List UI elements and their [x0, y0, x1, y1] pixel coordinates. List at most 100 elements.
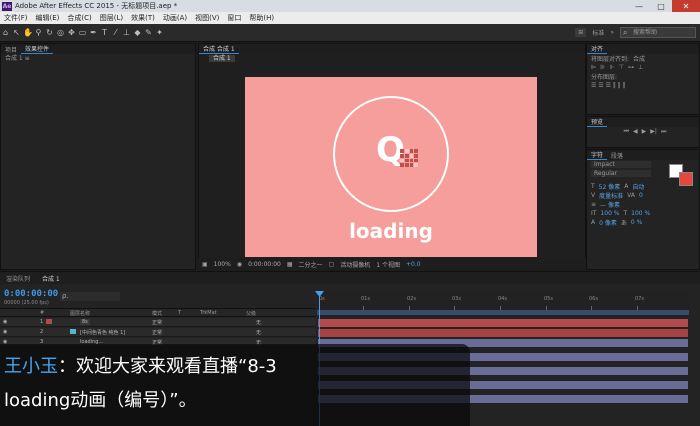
camera-icon[interactable]: ▦ — [287, 261, 293, 268]
tracking-value[interactable]: 0 — [639, 192, 643, 199]
menu-help[interactable]: 帮助(H) — [245, 13, 278, 23]
layer-label-color[interactable] — [70, 329, 76, 334]
close-button[interactable]: ✕ — [672, 0, 700, 12]
ruler-label: 04s — [498, 296, 507, 302]
baseline-value[interactable]: 0 像素 — [599, 218, 617, 227]
layer-row[interactable]: ◉ 1 8s 正常 无 — [0, 318, 316, 327]
play-icon[interactable]: ▶ — [642, 128, 647, 135]
tab-effect-controls[interactable]: 效果控件 — [21, 44, 54, 54]
font-size-value[interactable]: 52 像素 — [599, 182, 621, 191]
col-t: T — [178, 310, 182, 316]
layer-row[interactable]: ◉ 2 [中间色青色 纯色 1] 正常 无 — [0, 328, 316, 337]
pan-behind-tool-icon[interactable]: ✥ — [67, 28, 76, 37]
layer-track-bar[interactable] — [318, 329, 688, 337]
kerning-value[interactable]: 度量标准 — [599, 191, 623, 200]
tab-character[interactable]: 字符 — [587, 150, 608, 160]
brush-tool-icon[interactable]: ⁄ — [111, 28, 120, 37]
workspace-icon[interactable]: ⊞ — [575, 28, 587, 37]
next-frame-icon[interactable]: ▶| — [650, 128, 657, 135]
menu-view[interactable]: 视图(V) — [191, 13, 223, 23]
tab-composition[interactable]: 合成 合成 1 — [199, 44, 239, 54]
align-middle-icon[interactable]: ⊶ — [628, 64, 634, 71]
hand-tool-icon[interactable]: ✋ — [23, 28, 33, 37]
align-panel-tabs: 对齐 — [587, 44, 699, 54]
tsume-value[interactable]: 0 % — [631, 219, 642, 226]
last-frame-icon[interactable]: ⏭ — [661, 128, 666, 136]
tab-align[interactable]: 对齐 — [587, 44, 608, 54]
layer-track-bar[interactable] — [318, 319, 688, 327]
font-family-select[interactable]: Impact — [591, 161, 651, 168]
exposure-value[interactable]: +0.0 — [406, 261, 421, 268]
clone-stamp-icon[interactable]: ⊥ — [122, 28, 131, 37]
tab-preview[interactable]: 预览 — [587, 117, 608, 127]
caption-line-1: 王小玉：欢迎大家来观看直播“8-3 — [4, 356, 277, 378]
pen-tool-icon[interactable]: ✒ — [89, 28, 98, 37]
menu-edit[interactable]: 编辑(E) — [32, 13, 64, 23]
magnification-icon[interactable]: ▣ — [202, 261, 208, 268]
align-top-icon[interactable]: ⊤ — [619, 64, 624, 71]
visibility-eye-icon[interactable]: ◉ — [3, 319, 7, 325]
layer-name[interactable]: 8s — [80, 319, 90, 325]
camera-selector[interactable]: 活动摄像机 — [340, 260, 370, 269]
maximize-button[interactable]: □ — [650, 0, 672, 12]
tab-comp-1[interactable]: 合成 1 — [36, 274, 66, 283]
selection-tool-icon[interactable]: ↖ — [12, 28, 21, 37]
vertical-scale-value[interactable]: 100 % — [600, 210, 619, 217]
camera-tool-icon[interactable]: ◎ — [56, 28, 65, 37]
align-bottom-icon[interactable]: ⊥ — [638, 64, 643, 71]
stroke-color-swatch[interactable] — [679, 172, 693, 186]
font-style-select[interactable]: Regular — [591, 170, 651, 177]
menu-window[interactable]: 窗口 — [223, 13, 245, 23]
align-target-select[interactable]: 合成 — [633, 54, 645, 63]
work-area-bar[interactable] — [317, 310, 689, 315]
snapshot-icon[interactable]: ◉ — [237, 261, 242, 268]
layer-search-input[interactable]: ρ. — [60, 292, 120, 301]
prev-frame-icon[interactable]: ◀ — [633, 128, 638, 135]
menu-overflow-icon[interactable]: » — [610, 29, 614, 36]
comp-breadcrumb-label[interactable]: 合成 1 — [209, 55, 235, 62]
minimize-button[interactable]: — — [628, 0, 650, 12]
text-color-swatches[interactable] — [669, 164, 695, 186]
layer-mode[interactable]: 正常 — [152, 329, 162, 336]
layer-parent[interactable]: 无 — [256, 319, 261, 326]
align-left-icon[interactable]: ⊫ — [591, 64, 596, 71]
viewer-timecode[interactable]: 0:00:00:00 — [248, 261, 281, 268]
eraser-tool-icon[interactable]: ◆ — [133, 28, 142, 37]
distribute-icon[interactable]: ☰ ☰ ☰ ‖ ‖ ‖ — [591, 82, 626, 89]
puppet-pin-icon[interactable]: ✦ — [155, 28, 164, 37]
region-icon[interactable]: ▢ — [329, 261, 335, 268]
align-right-icon[interactable]: ⊩ — [609, 64, 614, 71]
menu-composition[interactable]: 合成(C) — [63, 13, 95, 23]
timeline-fps: 00000 (25.00 fps) — [4, 300, 49, 306]
first-frame-icon[interactable]: ⏮ — [624, 128, 629, 136]
workspace-selector[interactable]: 标准 — [592, 28, 604, 37]
composition-canvas[interactable]: Q loading — [245, 77, 537, 257]
help-search-input[interactable]: 搜索帮助 — [620, 27, 696, 38]
tab-render-queue[interactable]: 渲染队列 — [0, 274, 36, 283]
timeline-timecode[interactable]: 0:00:00:00 — [4, 289, 58, 299]
menu-effect[interactable]: 效果(T) — [127, 13, 159, 23]
zoom-selector[interactable]: 100% — [214, 261, 231, 268]
home-icon[interactable]: ⌂ — [1, 28, 10, 37]
tab-paragraph[interactable]: 段落 — [607, 151, 627, 160]
horizontal-scale-value[interactable]: 100 % — [631, 210, 650, 217]
visibility-eye-icon[interactable]: ◉ — [3, 329, 7, 335]
menu-animation[interactable]: 动画(A) — [159, 13, 191, 23]
menu-file[interactable]: 文件(F) — [0, 13, 32, 23]
type-tool-icon[interactable]: T — [100, 28, 109, 37]
stroke-width-value[interactable]: — 像素 — [600, 200, 620, 209]
leading-value[interactable]: 自动 — [632, 182, 644, 191]
roto-brush-icon[interactable]: ✎ — [144, 28, 153, 37]
rotate-tool-icon[interactable]: ↻ — [45, 28, 54, 37]
align-center-icon[interactable]: ⊪ — [600, 64, 605, 71]
zoom-tool-icon[interactable]: ⚲ — [34, 28, 43, 37]
layer-mode[interactable]: 正常 — [152, 319, 162, 326]
tab-project[interactable]: 项目 — [1, 45, 21, 54]
layer-parent[interactable]: 无 — [256, 329, 261, 336]
layer-name[interactable]: [中间色青色 纯色 1] — [80, 329, 125, 336]
resolution-selector[interactable]: 二分之一 — [299, 260, 323, 269]
rectangle-tool-icon[interactable]: ▭ — [78, 28, 87, 37]
layer-label-color[interactable] — [46, 319, 52, 324]
menu-layer[interactable]: 图层(L) — [96, 13, 127, 23]
views-selector[interactable]: 1 个视图 — [376, 260, 400, 269]
